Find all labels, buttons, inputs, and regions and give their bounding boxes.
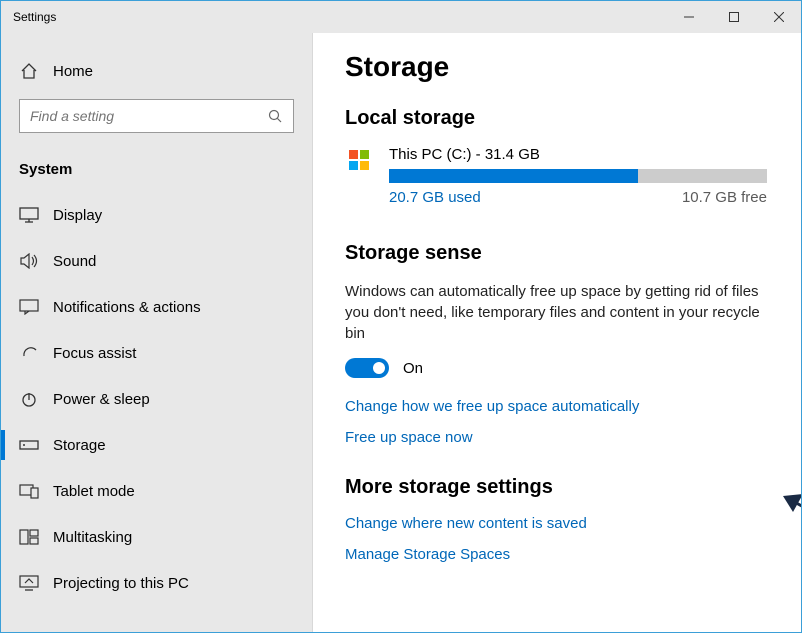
sidebar-item-label: Display (53, 207, 102, 224)
sidebar-item-sound[interactable]: Sound (1, 238, 312, 284)
annotation-arrow-icon (781, 492, 801, 552)
sidebar-item-focus-assist[interactable]: Focus assist (1, 330, 312, 376)
page-title: Storage (345, 51, 767, 83)
sidebar-item-notifications[interactable]: Notifications & actions (1, 284, 312, 330)
home-icon (19, 61, 39, 81)
link-change-how-free-space[interactable]: Change how we free up space automaticall… (345, 398, 767, 415)
sidebar-item-label: Multitasking (53, 529, 132, 546)
sidebar-item-display[interactable]: Display (1, 192, 312, 238)
sidebar-item-multitasking[interactable]: Multitasking (1, 514, 312, 560)
multitasking-icon (19, 527, 39, 547)
sidebar-item-label: Focus assist (53, 345, 136, 362)
storage-sense-body: Windows can automatically free up space … (345, 281, 767, 344)
drive-icon (345, 148, 375, 178)
link-change-where-saved[interactable]: Change where new content is saved (345, 515, 767, 532)
sidebar-item-tablet-mode[interactable]: Tablet mode (1, 468, 312, 514)
storage-sense-toggle-label: On (403, 360, 423, 377)
sound-icon (19, 251, 39, 271)
sidebar-item-label: Storage (53, 437, 106, 454)
window-title: Settings (13, 10, 666, 24)
storage-sense-heading: Storage sense (345, 242, 767, 265)
drive-progress-bar (389, 169, 767, 183)
sidebar-item-label: Tablet mode (53, 483, 135, 500)
sidebar-home-label: Home (53, 63, 93, 80)
storage-sense-toggle[interactable] (345, 358, 389, 378)
display-icon (19, 205, 39, 225)
sidebar-home[interactable]: Home (1, 53, 312, 99)
more-storage-heading: More storage settings (345, 476, 767, 499)
search-field[interactable] (30, 108, 268, 124)
notifications-icon (19, 297, 39, 317)
drive-title: This PC (C:) - 31.4 GB (389, 146, 767, 163)
sidebar: Home System Display Sound (1, 33, 313, 632)
focus-assist-icon (19, 343, 39, 363)
tablet-mode-icon (19, 481, 39, 501)
projecting-icon (19, 573, 39, 593)
sidebar-item-power-sleep[interactable]: Power & sleep (1, 376, 312, 422)
link-manage-storage-spaces[interactable]: Manage Storage Spaces (345, 546, 767, 563)
drive-used-label: 20.7 GB used (389, 189, 481, 206)
sidebar-item-label: Power & sleep (53, 391, 150, 408)
power-icon (19, 389, 39, 409)
maximize-button[interactable] (711, 1, 756, 33)
sidebar-item-label: Sound (53, 253, 96, 270)
sidebar-category-header: System (1, 151, 312, 192)
local-storage-heading: Local storage (345, 107, 767, 130)
sidebar-item-label: Notifications & actions (53, 299, 201, 316)
sidebar-item-label: Projecting to this PC (53, 575, 189, 592)
drive-row[interactable]: This PC (C:) - 31.4 GB 20.7 GB used 10.7… (345, 146, 767, 206)
minimize-button[interactable] (666, 1, 711, 33)
search-input[interactable] (19, 99, 294, 133)
search-icon (268, 109, 283, 124)
sidebar-item-storage[interactable]: Storage (1, 422, 312, 468)
link-free-up-space-now[interactable]: Free up space now (345, 429, 767, 446)
storage-icon (19, 435, 39, 455)
drive-free-label: 10.7 GB free (682, 189, 767, 206)
sidebar-item-projecting[interactable]: Projecting to this PC (1, 560, 312, 606)
close-button[interactable] (756, 1, 801, 33)
titlebar: Settings (1, 1, 801, 33)
main-content: Storage Local storage This PC (C:) - 31.… (313, 33, 801, 632)
